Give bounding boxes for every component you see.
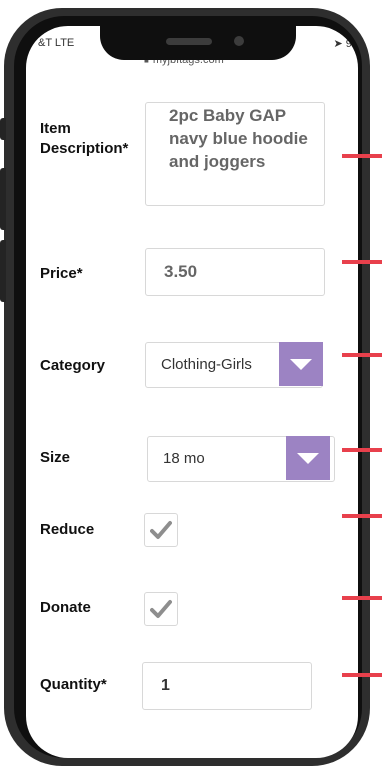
annotation-marker	[342, 448, 382, 452]
mute-switch	[0, 118, 6, 140]
battery-percent: 99	[345, 38, 358, 50]
reduce-label: Reduce	[40, 521, 95, 538]
price-label: Price*	[40, 265, 83, 282]
annotation-marker	[342, 353, 382, 357]
checkmark-icon	[150, 521, 172, 539]
annotation-marker	[342, 673, 382, 677]
chevron-down-icon	[290, 359, 312, 370]
quantity-label: Quantity*	[40, 676, 107, 693]
checkmark-icon	[150, 600, 172, 618]
category-value: Clothing-Girls	[161, 356, 252, 373]
speaker-grille	[166, 38, 212, 45]
chevron-down-icon	[297, 453, 319, 464]
category-label: Category	[40, 357, 106, 374]
category-dropdown-button[interactable]	[279, 342, 323, 386]
location-icon: ➤	[333, 38, 343, 50]
annotation-marker	[342, 514, 382, 518]
donate-checkbox[interactable]	[144, 592, 178, 626]
item-description-label: Item Description*	[40, 120, 129, 157]
battery-label: ➤ 99	[333, 37, 358, 50]
carrier-label: &T LTE	[38, 37, 75, 49]
volume-down-button	[0, 240, 6, 302]
quantity-input[interactable]: 1	[142, 662, 312, 710]
notch	[100, 26, 296, 60]
reduce-checkbox[interactable]	[144, 513, 178, 547]
size-dropdown-button[interactable]	[286, 436, 330, 480]
annotation-marker	[342, 260, 382, 264]
annotation-marker	[342, 596, 382, 600]
size-select[interactable]: 18 mo	[147, 436, 335, 482]
category-select[interactable]: Clothing-Girls	[145, 342, 323, 388]
size-label: Size	[40, 449, 71, 466]
price-input[interactable]: 3.50	[145, 248, 325, 296]
price-value: 3.50	[164, 262, 198, 281]
size-value: 18 mo	[163, 450, 205, 467]
item-description-value: 2pc Baby GAP navy blue hoodie and jogger…	[169, 106, 308, 171]
screen: &T LTE ➤ 99 ■ myjbftags.com Item Descript…	[26, 26, 358, 758]
annotation-marker	[342, 154, 382, 158]
volume-up-button	[0, 168, 6, 230]
donate-label: Donate	[40, 599, 91, 616]
quantity-value: 1	[161, 677, 170, 694]
front-camera	[234, 36, 244, 46]
